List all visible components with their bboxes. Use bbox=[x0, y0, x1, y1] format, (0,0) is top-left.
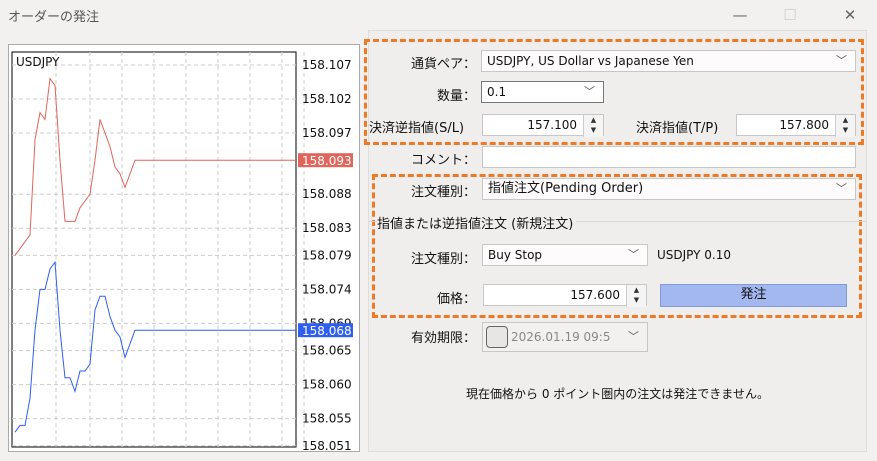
symbol-label: 通貨ペア： bbox=[410, 57, 476, 72]
order-type-value: 指値注文(Pending Order) bbox=[488, 181, 644, 196]
price-tick-label: 158.055 bbox=[302, 412, 352, 426]
minimize-icon[interactable]: — bbox=[725, 4, 755, 26]
chart-symbol: USDJPY bbox=[16, 55, 60, 69]
price-tick-label: 158.065 bbox=[302, 344, 352, 358]
price-tick-label: 158.102 bbox=[302, 92, 352, 106]
chevron-down-icon: ﹀ bbox=[584, 85, 595, 98]
comment-label: コメント： bbox=[410, 153, 476, 168]
price-tick-label: 158.107 bbox=[302, 58, 352, 72]
price-tick-label: 158.074 bbox=[302, 282, 352, 296]
sub-type-label: 注文種別： bbox=[410, 252, 476, 267]
sub-type-select[interactable]: Buy Stop ﹀ bbox=[482, 244, 648, 266]
price-tick-label: 158.083 bbox=[302, 221, 352, 235]
bid-price-label: 158.068 bbox=[302, 324, 352, 338]
notice-text: 現在価格から 0 ポイント圏内の注文は発注できません。 bbox=[466, 387, 769, 401]
tp-input[interactable]: 157.800 ▲ ▼ bbox=[736, 114, 856, 137]
price-tick-label: 158.051 bbox=[302, 439, 352, 453]
order-type-select[interactable]: 指値注文(Pending Order) ﹀ bbox=[482, 178, 856, 200]
symbol-value: USDJPY, US Dollar vs Japanese Yen bbox=[487, 54, 694, 68]
price-chart: 158.107 158.102 158.097 158.088 158.083 158.0… bbox=[8, 44, 360, 453]
chevron-down-icon: ﹀ bbox=[628, 248, 639, 261]
sl-label: 決済逆指値(S/L) bbox=[369, 121, 465, 136]
spinner-arrows-icon[interactable]: ▲ ▼ bbox=[835, 115, 855, 137]
sl-input[interactable]: 157.100 ▲ ▼ bbox=[482, 114, 604, 137]
sl-value: 157.100 bbox=[527, 118, 577, 132]
group-label: 指値または逆指値注文 (新規注文) bbox=[377, 213, 577, 232]
price-label: 価格： bbox=[436, 292, 476, 307]
price-input[interactable]: 157.600 ▲ ▼ bbox=[483, 284, 647, 307]
price-value: 157.600 bbox=[570, 288, 620, 302]
spinner-arrows-icon[interactable]: ▲ ▼ bbox=[626, 285, 646, 307]
volume-label: 数量： bbox=[436, 89, 476, 104]
price-tick-label: 158.088 bbox=[302, 187, 352, 201]
spinner-arrows-icon[interactable]: ▲ ▼ bbox=[583, 115, 603, 137]
chevron-down-icon: ﹀ bbox=[628, 330, 639, 343]
sub-type-value: Buy Stop bbox=[488, 248, 543, 262]
price-tick-label: 158.097 bbox=[302, 126, 352, 140]
price-tick-label: 158.060 bbox=[302, 378, 352, 392]
volume-value: 0.1 bbox=[487, 85, 507, 99]
expiry-label: 有効期限： bbox=[410, 331, 476, 346]
chart-svg: 158.107 158.102 158.097 158.088 158.083 158.0… bbox=[11, 51, 353, 453]
tp-value: 157.800 bbox=[779, 118, 829, 132]
price-tick-label: 158.079 bbox=[302, 248, 352, 262]
chevron-down-icon: ﹀ bbox=[836, 182, 847, 195]
tp-label: 決済指値(T/P) bbox=[636, 121, 719, 136]
ask-price-label: 158.093 bbox=[302, 154, 352, 168]
comment-input[interactable] bbox=[482, 146, 856, 168]
volume-select[interactable]: 0.1 ﹀ bbox=[481, 81, 604, 103]
place-order-button[interactable]: 発注 bbox=[660, 284, 847, 307]
expiry-checkbox[interactable] bbox=[486, 326, 508, 348]
expiry-value: 2026.01.19 09:5 bbox=[511, 330, 611, 344]
maximize-icon[interactable]: ☐ bbox=[775, 4, 805, 26]
symbol-select[interactable]: USDJPY, US Dollar vs Japanese Yen ﹀ bbox=[481, 50, 856, 72]
expiry-select[interactable]: 2026.01.19 09:5 ﹀ bbox=[482, 322, 648, 352]
symbol-volume-info: USDJPY 0.10 bbox=[657, 248, 732, 262]
chevron-down-icon: ﹀ bbox=[836, 54, 847, 67]
close-icon[interactable]: ✕ bbox=[835, 4, 865, 26]
order-type-label: 注文種別： bbox=[410, 185, 476, 200]
